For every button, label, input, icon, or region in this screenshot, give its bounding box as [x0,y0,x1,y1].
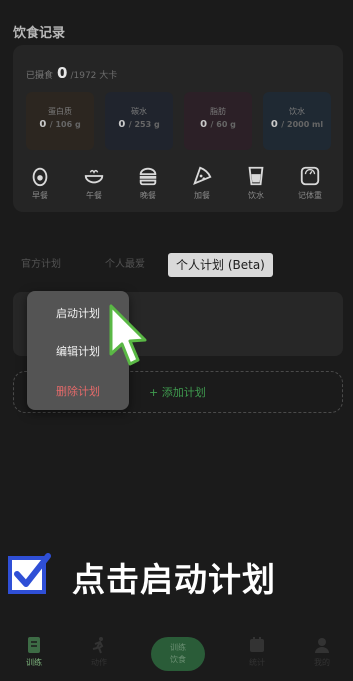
burger-icon [139,167,157,186]
tab-official-plans[interactable]: 官方计划 [13,253,69,277]
plan-tabs: 官方计划 个人最爱 个人计划 (Beta) [13,253,343,279]
macro-name: 碳水 [131,107,147,116]
meal-label: 饮水 [248,191,264,200]
meal-lunch[interactable]: 午餐 [70,165,118,201]
calorie-intake: 已摄食 0/1972 大卡 [26,64,117,82]
running-icon [92,637,104,654]
meal-label: 加餐 [194,191,210,200]
meal-dinner[interactable]: 晚餐 [124,165,172,201]
bottom-navigation: 训练 动作 训练 饮食 统计 我的 [0,630,353,681]
meal-water[interactable]: 饮水 [232,165,280,201]
meal-label: 早餐 [32,191,48,200]
macro-unit: / 2000 ml [281,120,324,129]
nav-label: 动作 [91,658,107,667]
meal-label: 午餐 [86,191,102,200]
macro-unit: / 106 g [49,120,81,129]
macro-value: 0 [39,119,47,130]
nav-exercises[interactable]: 动作 [74,636,124,668]
meal-label: 记体重 [298,191,322,200]
macro-unit: / 60 g [210,120,236,129]
nav-label: 统计 [249,658,265,667]
menu-delete-plan[interactable]: 删除计划 [27,383,129,399]
tab-personal-plans[interactable]: 个人计划 (Beta) [168,253,273,277]
intake-target: /1972 大卡 [70,71,118,81]
tab-favorites[interactable]: 个人最爱 [97,253,153,277]
cup-icon [248,166,264,186]
macro-unit: / 253 g [128,120,160,129]
meal-snack[interactable]: 加餐 [178,165,226,201]
person-icon [315,638,329,653]
macro-value: 0 [200,119,208,130]
intake-value: 0 [57,64,68,82]
nav-center-line1: 训练 [170,643,186,652]
instruction-caption: 点击启动计划 [8,549,348,599]
meal-label: 晚餐 [140,191,156,200]
document-icon [28,637,40,653]
bowl-icon [84,169,104,184]
macro-name: 脂肪 [210,107,226,116]
nav-label: 我的 [314,658,330,667]
nav-profile[interactable]: 我的 [297,636,347,668]
intake-label: 已摄食 [26,71,54,81]
diet-summary-card[interactable]: 已摄食 0/1972 大卡 蛋白质 0 / 106 g 碳水 0 / 253 g … [13,45,343,212]
macro-value: 0 [118,119,126,130]
nav-label: 训练 [26,658,42,667]
macro-protein[interactable]: 蛋白质 0 / 106 g [26,92,94,150]
nav-diet[interactable]: 训练 饮食 [151,637,205,671]
macro-value: 0 [270,119,278,130]
checkbox-checked-icon [8,553,51,594]
calendar-icon [250,637,264,652]
egg-icon [32,167,48,187]
macro-name: 饮水 [289,107,305,116]
scale-icon [300,166,320,186]
add-plan-label: + 添加计划 [149,386,206,399]
macro-fat[interactable]: 脂肪 0 / 60 g [184,92,252,150]
meal-shortcuts: 早餐 午餐 晚餐 加餐 饮水 记体重 [13,165,343,207]
macro-carbs[interactable]: 碳水 0 / 253 g [105,92,173,150]
pizza-icon [193,166,212,185]
macro-water[interactable]: 饮水 0 / 2000 ml [263,92,331,150]
nav-training[interactable]: 训练 [9,636,59,668]
meal-breakfast[interactable]: 早餐 [16,165,64,201]
pointer-cursor-icon [109,304,147,366]
diet-record-title: 饮食记录 [13,26,66,41]
macro-name: 蛋白质 [48,107,72,116]
nav-stats[interactable]: 统计 [232,636,282,668]
caption-text: 点击启动计划 [72,560,276,599]
meal-weight[interactable]: 记体重 [286,165,334,201]
nav-center-line2: 饮食 [170,655,186,664]
